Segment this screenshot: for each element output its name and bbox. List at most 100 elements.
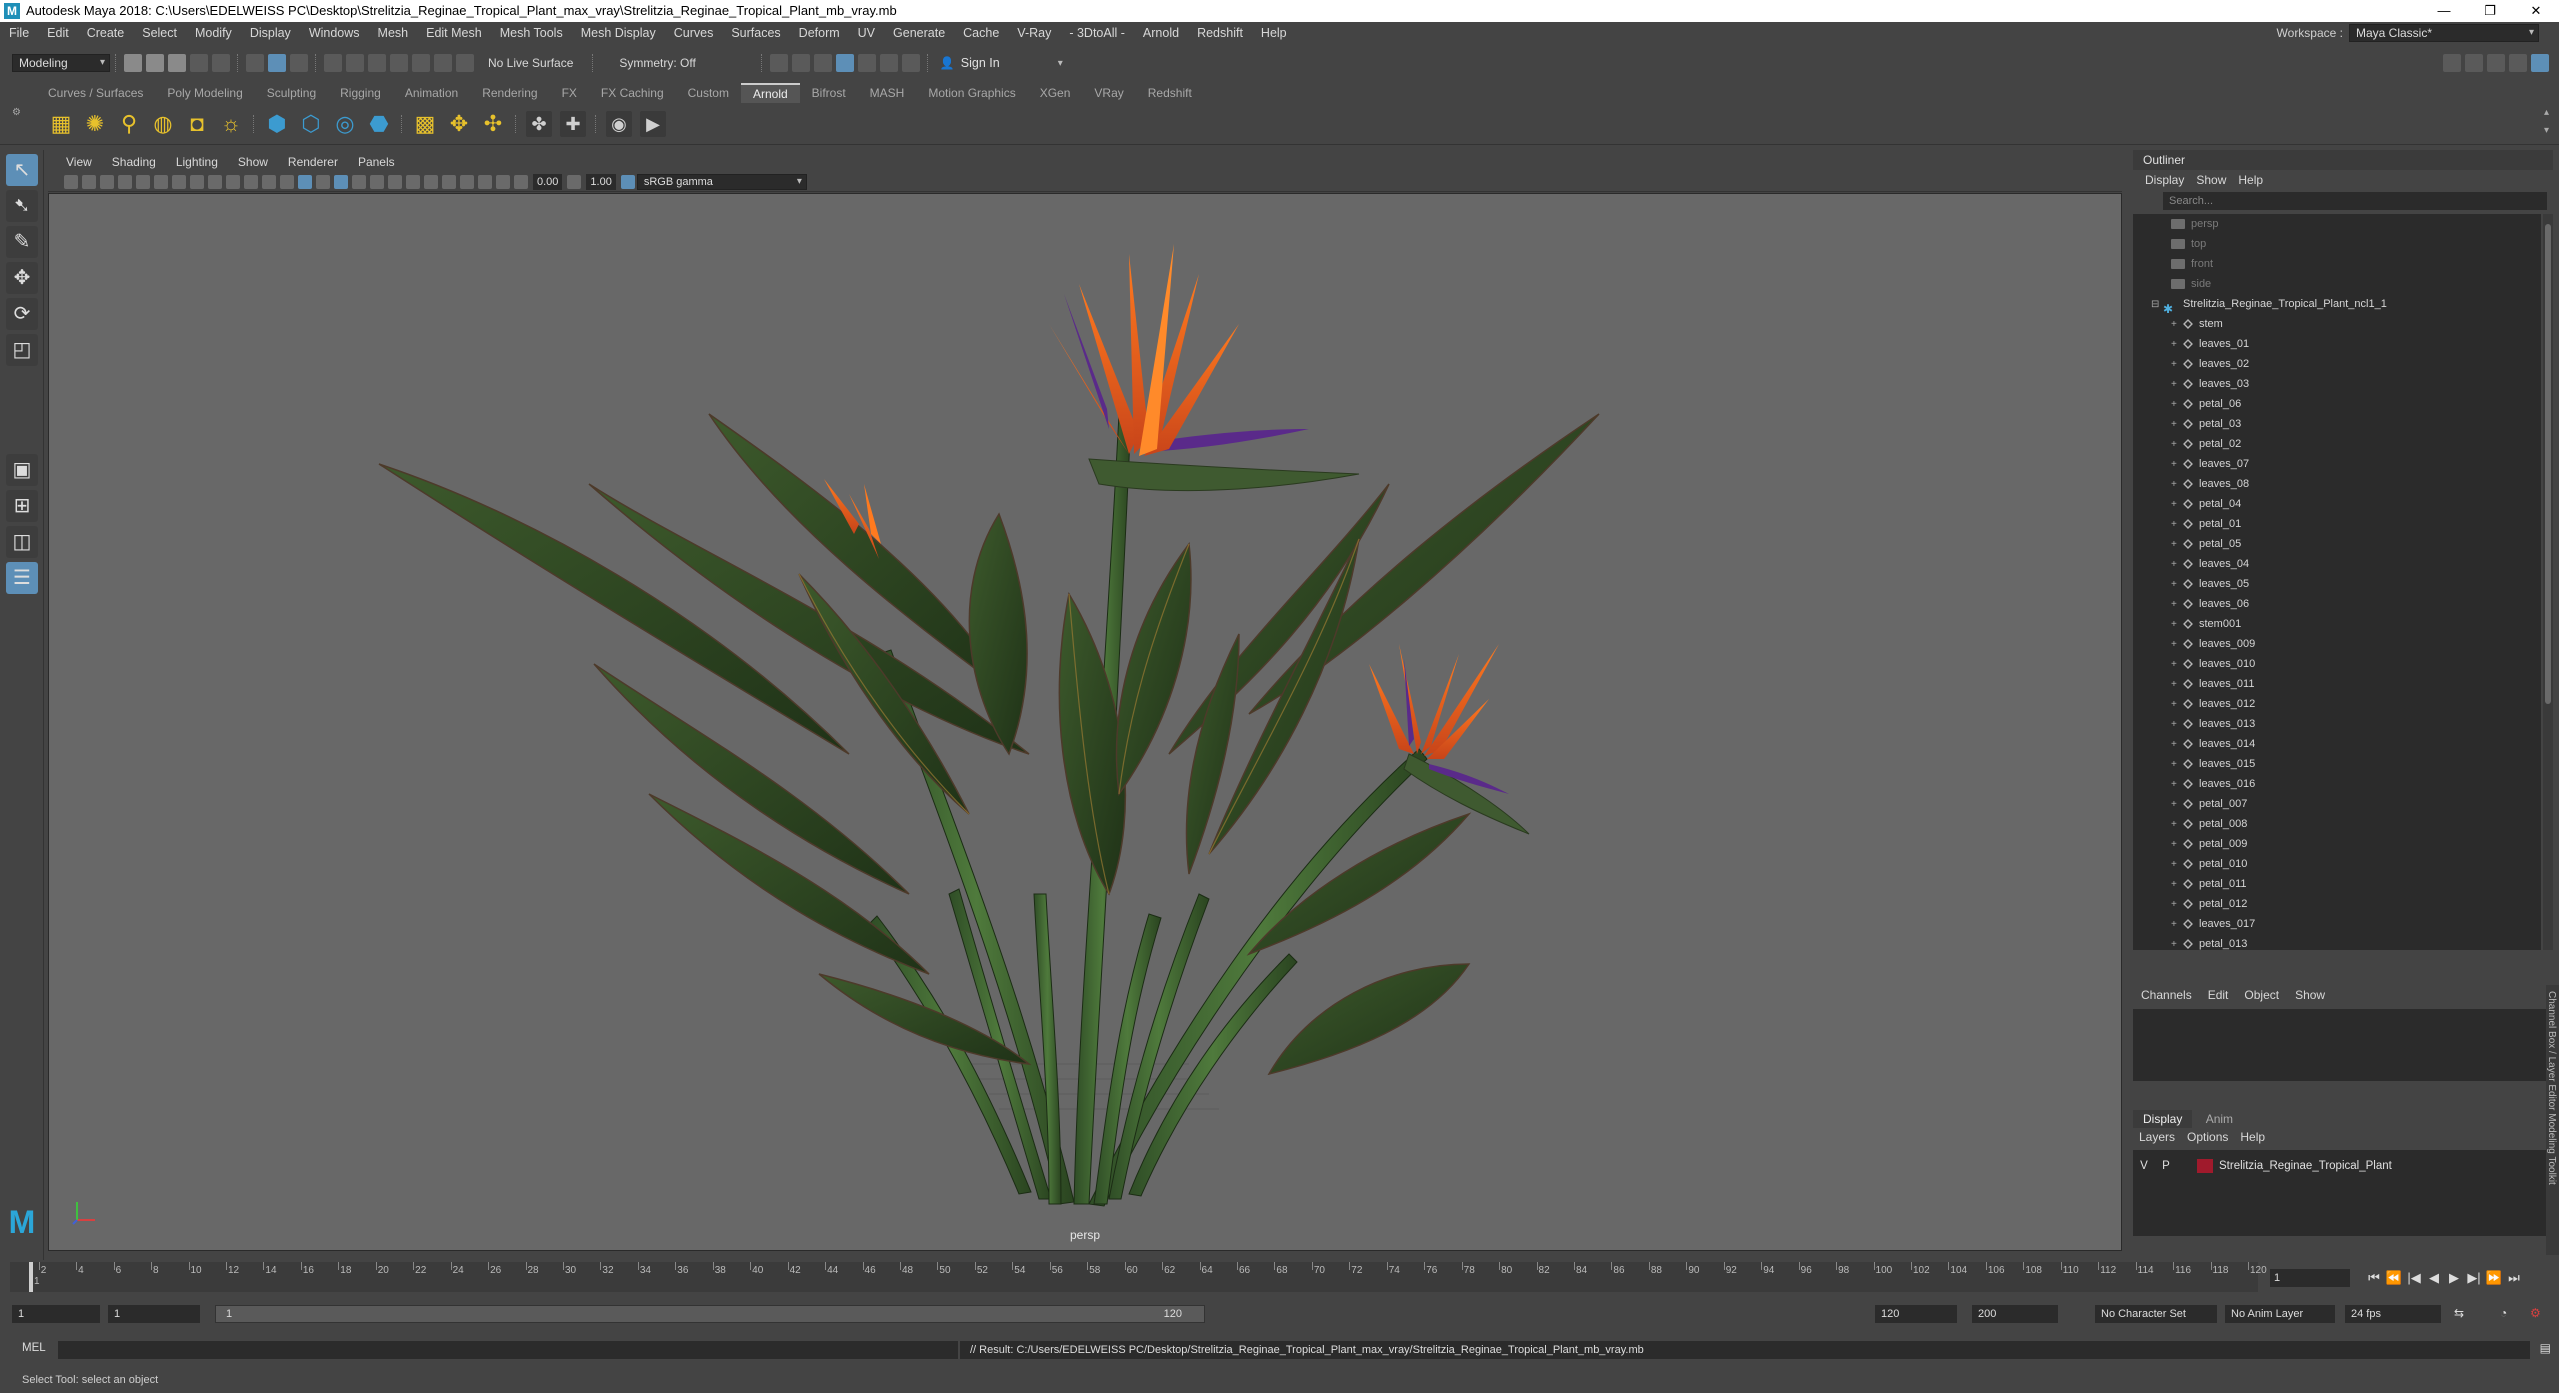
shelf-tab-custom[interactable]: Custom (676, 83, 741, 103)
tab-anim[interactable]: Anim (2196, 1110, 2243, 1128)
outliner-item-camera[interactable]: top (2133, 234, 2541, 254)
auto-key-icon[interactable]: ◔ (2500, 1306, 2507, 1320)
grease-pencil-icon[interactable] (154, 174, 168, 189)
outliner-item-mesh[interactable]: + leaves_03 (2133, 374, 2541, 394)
menu-generate[interactable]: Generate (884, 22, 954, 44)
screen-space-ao-icon[interactable] (388, 174, 402, 189)
menu-edit[interactable]: Edit (38, 22, 78, 44)
step-back-frame-icon[interactable]: |◀ (2404, 1270, 2424, 1286)
range-bar[interactable]: 1 120 (215, 1305, 1205, 1323)
expand-icon[interactable]: + (2171, 475, 2183, 495)
open-scene-icon[interactable] (146, 54, 164, 72)
two-pane-layout-icon[interactable]: ◫ (6, 526, 38, 558)
outliner-item-mesh[interactable]: + petal_008 (2133, 814, 2541, 834)
scrollbar-thumb[interactable] (2545, 224, 2551, 704)
grid-icon[interactable] (172, 174, 186, 189)
viewport-menu-show[interactable]: Show (228, 152, 278, 172)
channel-box-menu-object[interactable]: Object (2236, 985, 2287, 1005)
character-set-dropdown[interactable]: No Character Set (2095, 1305, 2217, 1323)
outliner-item-mesh[interactable]: + petal_06 (2133, 394, 2541, 414)
light-manager-icon[interactable]: ✣ (480, 111, 506, 137)
outliner-item-mesh[interactable]: + leaves_015 (2133, 754, 2541, 774)
outliner-item-mesh[interactable]: + petal_012 (2133, 894, 2541, 914)
physical-sky-icon[interactable]: ☼ (218, 111, 244, 137)
expand-icon[interactable]: + (2171, 655, 2183, 675)
collapse-icon[interactable]: ⊟ (2151, 295, 2163, 315)
outliner-layout-icon[interactable]: ☰ (6, 562, 38, 594)
outliner-item-camera[interactable]: front (2133, 254, 2541, 274)
expand-icon[interactable]: + (2171, 515, 2183, 535)
outliner-item-mesh[interactable]: + petal_05 (2133, 534, 2541, 554)
outliner-item-mesh[interactable]: + petal_009 (2133, 834, 2541, 854)
expand-icon[interactable]: + (2171, 375, 2183, 395)
layer-menu-options[interactable]: Options (2181, 1128, 2234, 1146)
color-space-dropdown[interactable]: sRGB gamma ▾ (636, 173, 807, 190)
pause-render-icon[interactable] (901, 54, 920, 72)
menu-mesh-display[interactable]: Mesh Display (572, 22, 665, 44)
layer-row[interactable]: V P Strelitzia_Reginae_Tropical_Plant (2133, 1156, 2547, 1176)
use-all-lights-icon[interactable] (352, 174, 366, 189)
viewport-menu-panels[interactable]: Panels (348, 152, 405, 172)
go-to-start-icon[interactable]: ⏮ (2364, 1270, 2384, 1286)
image-plane-icon[interactable] (118, 174, 132, 189)
anti-aliasing-icon[interactable] (424, 174, 438, 189)
render-settings-icon[interactable] (835, 54, 854, 72)
outliner-item-mesh[interactable]: + leaves_016 (2133, 774, 2541, 794)
channel-box-menu-channels[interactable]: Channels (2133, 985, 2200, 1005)
wireframe-on-shaded-icon[interactable] (316, 174, 330, 189)
menu-help[interactable]: Help (1252, 22, 1296, 44)
menu-modify[interactable]: Modify (186, 22, 241, 44)
ipr-render-icon[interactable] (813, 54, 832, 72)
hypershade-icon[interactable] (857, 54, 876, 72)
outliner-scrollbar[interactable] (2543, 214, 2553, 950)
light-editor-icon[interactable]: ✚ (560, 110, 586, 137)
fps-dropdown[interactable]: 24 fps (2345, 1305, 2441, 1323)
outliner-item-mesh[interactable]: + petal_011 (2133, 874, 2541, 894)
animation-start-field[interactable]: 1 (12, 1305, 100, 1323)
single-perspective-layout-icon[interactable]: ▣ (6, 454, 38, 486)
shelf-tab-sculpting[interactable]: Sculpting (255, 83, 328, 103)
exposure-field[interactable]: 0.00 (533, 173, 563, 190)
scale-tool-icon[interactable]: ◰ (6, 334, 38, 366)
depth-of-field-icon[interactable] (442, 174, 456, 189)
preferences-icon[interactable]: ⚙ (2530, 1306, 2541, 1320)
playback-end-field[interactable]: 120 (1875, 1305, 1957, 1323)
textured-icon[interactable] (334, 174, 348, 189)
expand-icon[interactable]: + (2171, 455, 2183, 475)
modeling-toolkit-icon[interactable] (2443, 54, 2461, 72)
outliner-item-mesh[interactable]: + petal_01 (2133, 514, 2541, 534)
outliner-item-mesh[interactable]: + leaves_011 (2133, 674, 2541, 694)
outliner-item-mesh[interactable]: + leaves_014 (2133, 734, 2541, 754)
outliner-item-mesh[interactable]: + leaves_07 (2133, 454, 2541, 474)
script-language-toggle[interactable]: MEL (22, 1342, 46, 1354)
save-scene-icon[interactable] (168, 54, 186, 72)
outliner-item-mesh[interactable]: + stem (2133, 314, 2541, 334)
gate-mask-icon[interactable] (226, 174, 240, 189)
lasso-tool-icon[interactable]: ➷ (6, 190, 38, 222)
shelf-tab-vray[interactable]: VRay (1082, 83, 1135, 103)
outliner-item-mesh[interactable]: + stem001 (2133, 614, 2541, 634)
snap-view-icon[interactable] (390, 54, 408, 72)
layer-color-swatch[interactable] (2197, 1159, 2213, 1173)
step-back-key-icon[interactable]: ⏪ (2384, 1270, 2404, 1286)
shelf-tab-curves-surfaces[interactable]: Curves / Surfaces (36, 83, 155, 103)
menu-mesh-tools[interactable]: Mesh Tools (491, 22, 572, 44)
snap-grid-icon[interactable] (324, 54, 342, 72)
minimize-button[interactable]: — (2421, 0, 2467, 22)
shelf-tab-rigging[interactable]: Rigging (328, 83, 393, 103)
outliner-item-mesh[interactable]: + petal_02 (2133, 434, 2541, 454)
snap-live-icon[interactable] (434, 54, 452, 72)
expand-icon[interactable]: + (2171, 755, 2183, 775)
shelf-tab-poly-modeling[interactable]: Poly Modeling (155, 83, 254, 103)
snap-point-icon[interactable] (368, 54, 386, 72)
outliner-item-mesh[interactable]: + leaves_012 (2133, 694, 2541, 714)
render-frame-icon[interactable] (791, 54, 810, 72)
menu-curves[interactable]: Curves (665, 22, 723, 44)
symmetry-label[interactable]: Symmetry: Off (619, 56, 695, 70)
outliner-item-mesh[interactable]: + leaves_013 (2133, 714, 2541, 734)
expand-icon[interactable]: + (2171, 715, 2183, 735)
expand-icon[interactable]: + (2171, 915, 2183, 935)
maximize-button[interactable]: ❐ (2467, 0, 2513, 22)
outliner-item-camera[interactable]: persp (2133, 214, 2541, 234)
new-scene-icon[interactable] (124, 54, 142, 72)
